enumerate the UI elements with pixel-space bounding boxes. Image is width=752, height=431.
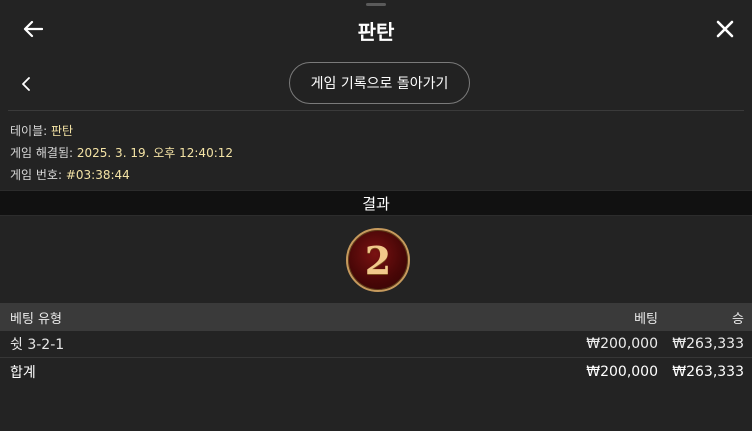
- col-win: 승: [732, 311, 744, 327]
- bets-table: 베팅 유형 베팅 승 쉿 3-2-1 ₩200,000 ₩263,333 합계 …: [0, 303, 752, 385]
- header: 판탄: [0, 0, 752, 58]
- total-bet-amount: ₩200,000: [586, 363, 658, 380]
- resolved-info: 게임 해결됨: 2025. 3. 19. 오후 12:40:12: [10, 142, 233, 164]
- close-icon[interactable]: [710, 14, 740, 44]
- table-info: 테이블: 판탄: [10, 120, 233, 142]
- table-label: 테이블:: [10, 124, 48, 138]
- nav-row: 게임 기록으로 돌아가기: [0, 58, 752, 110]
- page-title: 판탄: [357, 20, 395, 44]
- result-heading: 결과: [0, 190, 752, 216]
- table-header: 베팅 유형 베팅 승: [0, 303, 752, 331]
- col-bet: 베팅: [634, 311, 658, 327]
- game-detail-panel: 판탄 게임 기록으로 돌아가기 테이블: 판탄 게임 해결됨: 2025. 3.…: [0, 0, 752, 431]
- game-number-info: 게임 번호: #03:38:44: [10, 164, 233, 186]
- game-number-value: #03:38:44: [65, 168, 130, 182]
- resolved-value: 2025. 3. 19. 오후 12:40:12: [76, 146, 234, 160]
- col-bet-type: 베팅 유형: [10, 311, 62, 327]
- row-win-amount: ₩263,333: [672, 336, 744, 352]
- result-ball: 2: [346, 228, 410, 292]
- total-row: 합계 ₩200,000 ₩263,333: [0, 358, 752, 385]
- row-bet-amount: ₩200,000: [586, 336, 658, 352]
- table-row: 쉿 3-2-1 ₩200,000 ₩263,333: [0, 331, 752, 358]
- resolved-label: 게임 해결됨:: [10, 146, 74, 160]
- result-number: 2: [364, 237, 392, 283]
- total-win-amount: ₩263,333: [672, 363, 744, 380]
- table-value: 판탄: [51, 124, 74, 138]
- row-bet-type: 쉿 3-2-1: [10, 337, 65, 353]
- total-label: 합계: [10, 364, 36, 381]
- chevron-left-icon[interactable]: [14, 72, 38, 96]
- game-number-label: 게임 번호:: [10, 168, 63, 182]
- divider: [8, 110, 744, 111]
- back-to-history-button[interactable]: 게임 기록으로 돌아가기: [289, 62, 470, 104]
- game-info: 테이블: 판탄 게임 해결됨: 2025. 3. 19. 오후 12:40:12…: [10, 120, 233, 186]
